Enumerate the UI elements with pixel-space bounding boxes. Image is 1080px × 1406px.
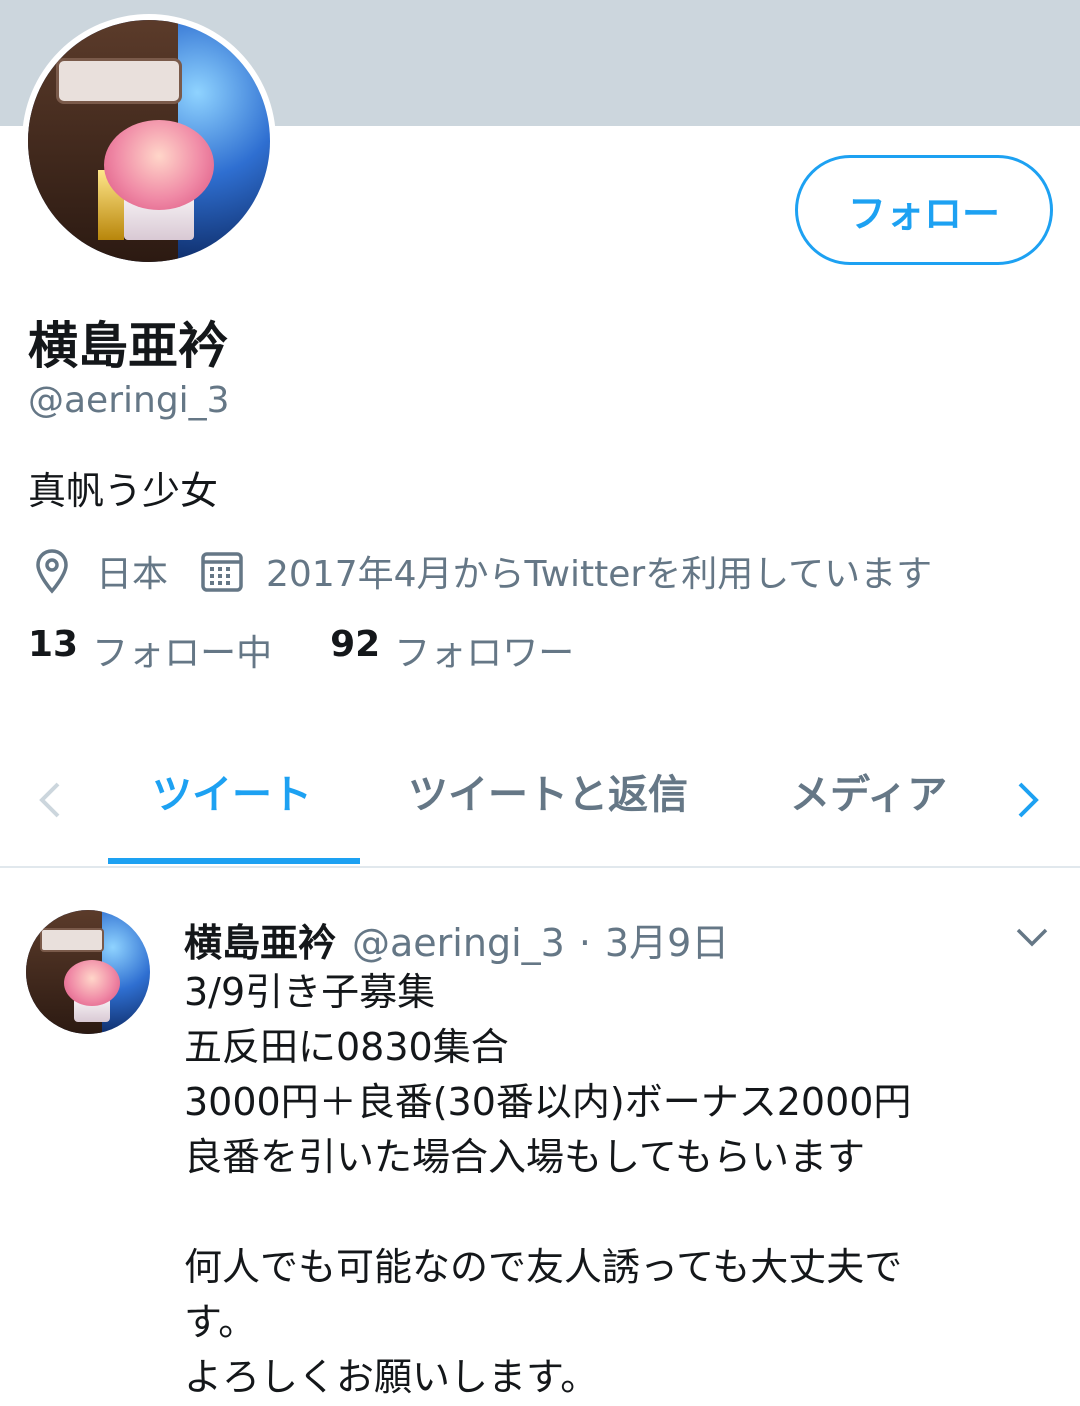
- profile-location: 日本: [96, 554, 169, 595]
- following-label: フォロー中: [92, 633, 273, 674]
- followers-label: フォロワー: [394, 633, 575, 674]
- tab-media[interactable]: メディア: [790, 762, 947, 820]
- tweet-item[interactable]: 横島亜衿 @aeringi_3 · 3月9日 3/9引き子募集 五反田に0830…: [0, 868, 1080, 1406]
- avatar-image: [26, 910, 150, 1034]
- location-pin-icon: [28, 547, 76, 595]
- profile-counts: 13 フォロー中 92 フォロワー: [28, 624, 632, 676]
- profile-handle: @aeringi_3: [28, 380, 230, 421]
- tab-tweets-and-replies[interactable]: ツイートと返信: [408, 762, 688, 820]
- profile-avatar[interactable]: [22, 14, 276, 268]
- tweet-header: 横島亜衿 @aeringi_3 · 3月9日: [184, 912, 729, 967]
- avatar-image: [28, 20, 270, 262]
- profile-display-name: 横島亜衿: [28, 317, 228, 375]
- chevron-left-icon[interactable]: [30, 770, 70, 830]
- followers-count: 92: [330, 624, 381, 665]
- tweet-separator: ·: [578, 921, 591, 965]
- profile-meta: 日本 2017年4月からTwitterを利用しています: [28, 543, 962, 599]
- following-count: 13: [28, 624, 79, 665]
- following-link[interactable]: 13 フォロー中: [28, 624, 272, 676]
- tweet-avatar[interactable]: [26, 910, 150, 1034]
- profile-joined-date: 2017年4月からTwitterを利用しています: [266, 554, 933, 595]
- active-tab-indicator: [108, 858, 360, 864]
- tweet-text: 3/9引き子募集 五反田に0830集合 3000円＋良番(30番以内)ボーナス2…: [184, 970, 912, 1399]
- chevron-down-icon[interactable]: [1012, 922, 1052, 952]
- profile-tabs: ツイート ツイートと返信 メディア: [0, 740, 1080, 868]
- tab-tweets[interactable]: ツイート: [152, 762, 312, 820]
- chevron-right-icon[interactable]: [1008, 770, 1048, 830]
- tweet-author-name[interactable]: 横島亜衿: [184, 912, 336, 967]
- tweet-date[interactable]: 3月9日: [605, 912, 729, 967]
- followers-link[interactable]: 92 フォロワー: [330, 624, 574, 676]
- tweet-author-handle[interactable]: @aeringi_3: [352, 921, 565, 965]
- profile-bio: 真帆う少女: [28, 469, 219, 513]
- follow-button[interactable]: フォロー: [795, 155, 1053, 265]
- calendar-icon: [198, 547, 246, 595]
